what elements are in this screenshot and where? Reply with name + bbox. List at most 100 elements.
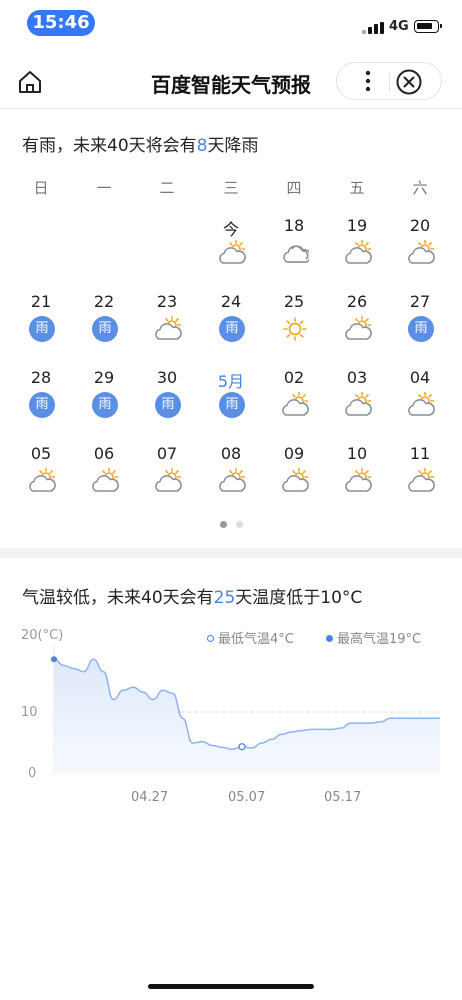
weekday-label: 四 [286,179,302,197]
partly-cloudy-icon [407,239,435,267]
partly-cloudy-icon [407,391,435,419]
calendar-day[interactable]: 27 雨 [395,292,445,362]
day-number: 27 [409,292,431,311]
day-number: 06 [93,444,115,463]
weekday-label: 五 [349,179,365,197]
day-number: 26 [346,292,368,311]
day-number: 5月 [217,372,245,391]
day-number: 28 [30,368,52,387]
weekday-label: 三 [223,179,239,197]
partly-cloudy-icon [407,467,435,495]
nav-divider [0,108,462,109]
calendar-day[interactable]: 29 雨 [79,368,129,438]
temperature-summary: 气温较低，未来40天会有25天温度低于10°C [22,588,363,608]
day-number: 03 [346,368,368,387]
calendar-day[interactable]: 11 [395,444,445,514]
partly-cloudy-icon [91,467,119,495]
calendar-day[interactable]: 19 [332,216,382,286]
battery-icon [414,20,442,33]
rain-icon: 雨 [219,392,245,418]
calendar-day[interactable]: 5月雨 [206,368,256,438]
day-number: 30 [156,368,178,387]
rain-icon: 雨 [219,316,245,342]
min-temp-marker [238,743,246,751]
day-number: 19 [346,216,368,235]
calendar-day[interactable]: 10 [332,444,382,514]
calendar-day[interactable]: 08 [206,444,256,514]
calendar-day[interactable]: 02 [269,368,319,438]
rain-icon: 雨 [29,392,55,418]
section-divider [0,548,462,558]
calendar-day[interactable]: 04 [395,368,445,438]
weekday-label: 二 [159,179,175,197]
day-number: 02 [283,368,305,387]
day-number: 21 [30,292,52,311]
sunny-icon [281,315,309,343]
day-number: 18 [283,216,305,235]
calendar-day[interactable]: 26 [332,292,382,362]
nav-bar: 百度智能天气预报 [0,56,462,106]
calendar-day[interactable]: 03 [332,368,382,438]
more-dots-icon[interactable] [341,63,387,99]
calendar-day[interactable]: 06 [79,444,129,514]
max-temp-marker [51,656,57,663]
calendar-day[interactable]: 09 [269,444,319,514]
partly-cloudy-icon [344,315,372,343]
partly-cloudy-icon [154,467,182,495]
day-number: 29 [93,368,115,387]
x-tick-label: 05.17 [324,790,362,805]
weekday-label: 一 [96,179,112,197]
rain-summary: 有雨，未来40天将会有8天降雨 [22,136,259,156]
capsule-divider [389,73,390,91]
partly-cloudy-icon [344,467,372,495]
weekday-label: 日 [33,179,49,197]
calendar-day[interactable]: 24 雨 [206,292,256,362]
network-type: 4G [389,19,409,34]
status-time: 15:46 [27,10,95,36]
temperature-area [54,659,440,774]
calendar-day[interactable]: 20 [395,216,445,286]
rain-day-count: 8 [196,136,208,156]
pager-dot-active[interactable] [220,521,227,528]
x-tick-label: 05.07 [228,790,266,805]
day-number: 24 [220,292,242,311]
day-number: 04 [409,368,431,387]
pager-dot[interactable] [236,521,243,528]
partly-cloudy-icon [154,315,182,343]
day-number: 05 [30,444,52,463]
temperature-chart [51,646,440,774]
calendar-day[interactable]: 18 [269,216,319,286]
partly-cloudy-icon [281,467,309,495]
calendar-day[interactable]: 25 [269,292,319,362]
calendar-day[interactable]: 22 雨 [79,292,129,362]
close-circle-icon[interactable] [395,68,423,96]
partly-cloudy-icon [218,239,246,267]
rain-icon: 雨 [92,316,118,342]
mini-program-capsule [336,62,442,100]
calendar-day[interactable]: 30 雨 [142,368,192,438]
signal-icon [362,22,384,34]
calendar-day[interactable]: 23 [142,292,192,362]
cold-day-count: 25 [213,588,236,608]
day-number: 11 [409,444,431,463]
weekday-label: 六 [412,179,428,197]
day-number: 今 [222,220,239,239]
day-number: 22 [93,292,115,311]
calendar-day[interactable]: 21 雨 [16,292,66,362]
cloudy-icon [281,239,312,267]
day-number: 08 [220,444,242,463]
partly-cloudy-icon [28,467,56,495]
day-number: 07 [156,444,178,463]
calendar-day[interactable]: 今 [206,216,256,286]
calendar-day[interactable]: 07 [142,444,192,514]
calendar-day[interactable]: 28 雨 [16,368,66,438]
rain-icon: 雨 [155,392,181,418]
rain-icon: 雨 [92,392,118,418]
day-number: 23 [156,292,178,311]
rain-icon: 雨 [29,316,55,342]
partly-cloudy-icon [344,391,372,419]
partly-cloudy-icon [344,239,372,267]
day-number: 09 [283,444,305,463]
calendar-day[interactable]: 05 [16,444,66,514]
day-number: 20 [409,216,431,235]
